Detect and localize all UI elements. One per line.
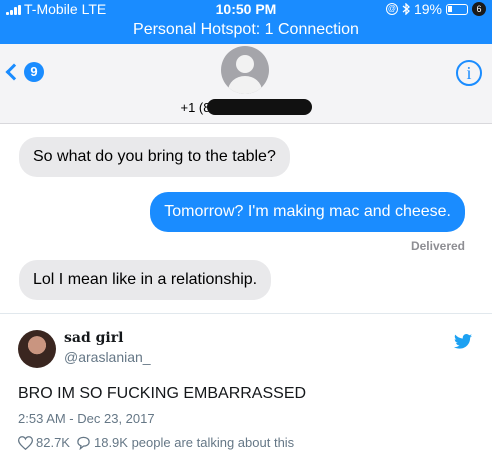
contact-name[interactable]: +1 (8 [0, 99, 492, 115]
bluetooth-icon [402, 3, 410, 15]
status-right: @ 19% 6 [385, 1, 486, 17]
tweet-text: BRO IM SO FUCKING EMBARRASSED [18, 385, 307, 402]
status-bar: T-Mobile LTE 10:50 PM @ 19% 6 [0, 0, 492, 18]
person-icon [236, 55, 254, 73]
reply-bubble-icon[interactable] [76, 436, 91, 450]
conversation-header: 9 +1 (8 i [0, 44, 492, 124]
contact-phone: +1 (8 [180, 100, 211, 115]
tweet-handle[interactable]: @araslanian_ [64, 349, 151, 365]
contact-avatar[interactable] [221, 46, 269, 94]
chevron-left-icon [5, 63, 23, 81]
tweet-timestamp[interactable]: 2:53 AM - Dec 23, 2017 [18, 411, 155, 426]
top-bar: T-Mobile LTE 10:50 PM @ 19% 6 Personal H… [0, 0, 492, 44]
unread-count-badge: 9 [24, 62, 44, 82]
message-bubble-incoming[interactable]: Lol I mean like in a relationship. [19, 260, 272, 300]
back-button[interactable]: 9 [5, 62, 44, 82]
rotation-lock-icon: @ [385, 3, 398, 15]
tweet-card[interactable]: sad girl @araslanian_ BRO IM SO FUCKING … [0, 313, 492, 461]
message-bubble-incoming[interactable]: So what do you bring to the table? [19, 137, 290, 177]
replies-text[interactable]: 18.9K people are talking about this [94, 435, 294, 450]
heart-icon[interactable] [18, 435, 33, 450]
info-icon[interactable]: i [456, 60, 482, 86]
redaction-bar [206, 99, 312, 115]
tweet-actions: 82.7K 18.9K people are talking about thi… [18, 435, 300, 450]
corner-badge: 6 [472, 2, 486, 16]
tweet-display-name[interactable]: sad girl [64, 330, 123, 346]
like-count[interactable]: 82.7K [36, 435, 70, 450]
battery-icon [446, 3, 468, 15]
hotspot-banner[interactable]: Personal Hotspot: 1 Connection [0, 21, 492, 39]
battery-percent: 19% [413, 1, 442, 17]
message-bubble-outgoing[interactable]: Tomorrow? I'm making mac and cheese. [150, 192, 465, 232]
avatar[interactable] [18, 330, 56, 368]
twitter-bird-icon[interactable] [454, 334, 472, 349]
delivered-label: Delivered [410, 239, 465, 253]
